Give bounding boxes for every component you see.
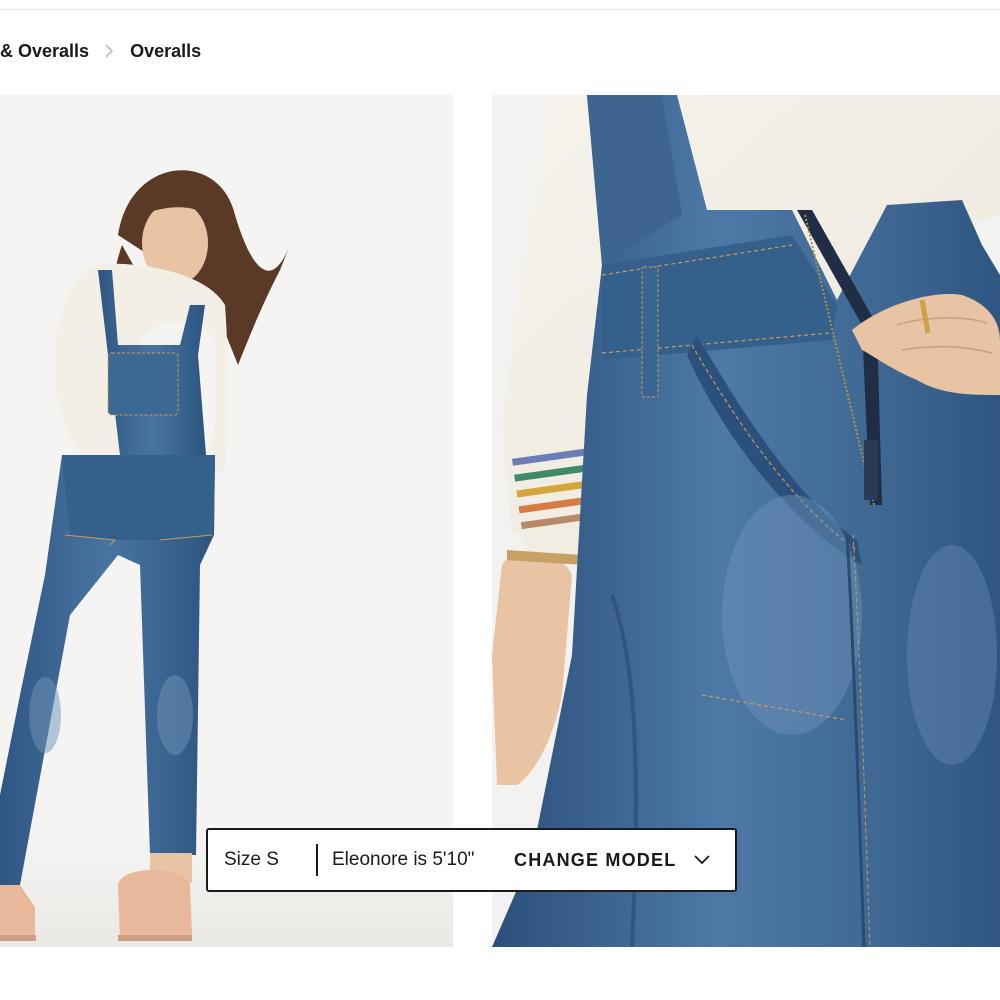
model-full-body-illustration <box>0 95 453 947</box>
model-height-info: Eleonore is 5'10" <box>332 849 475 870</box>
model-size-label: Size S <box>224 849 279 870</box>
product-image-main[interactable] <box>0 95 453 947</box>
model-selector: Size S Eleonore is 5'10" CHANGE MODEL <box>206 828 737 892</box>
change-model-button[interactable]: CHANGE MODEL <box>514 849 711 871</box>
breadcrumb-current: Overalls <box>130 40 202 61</box>
breadcrumb-link-parent[interactable]: & Overalls <box>0 41 89 62</box>
top-divider <box>0 9 1000 10</box>
chevron-right-icon <box>105 44 114 58</box>
change-model-label: CHANGE MODEL <box>514 849 677 870</box>
overalls-detail-illustration <box>492 95 1000 947</box>
product-image-detail[interactable] <box>492 95 1000 947</box>
breadcrumb: & Overalls Overalls <box>0 38 201 64</box>
model-selector-divider <box>316 844 318 876</box>
chevron-down-icon <box>694 855 711 865</box>
